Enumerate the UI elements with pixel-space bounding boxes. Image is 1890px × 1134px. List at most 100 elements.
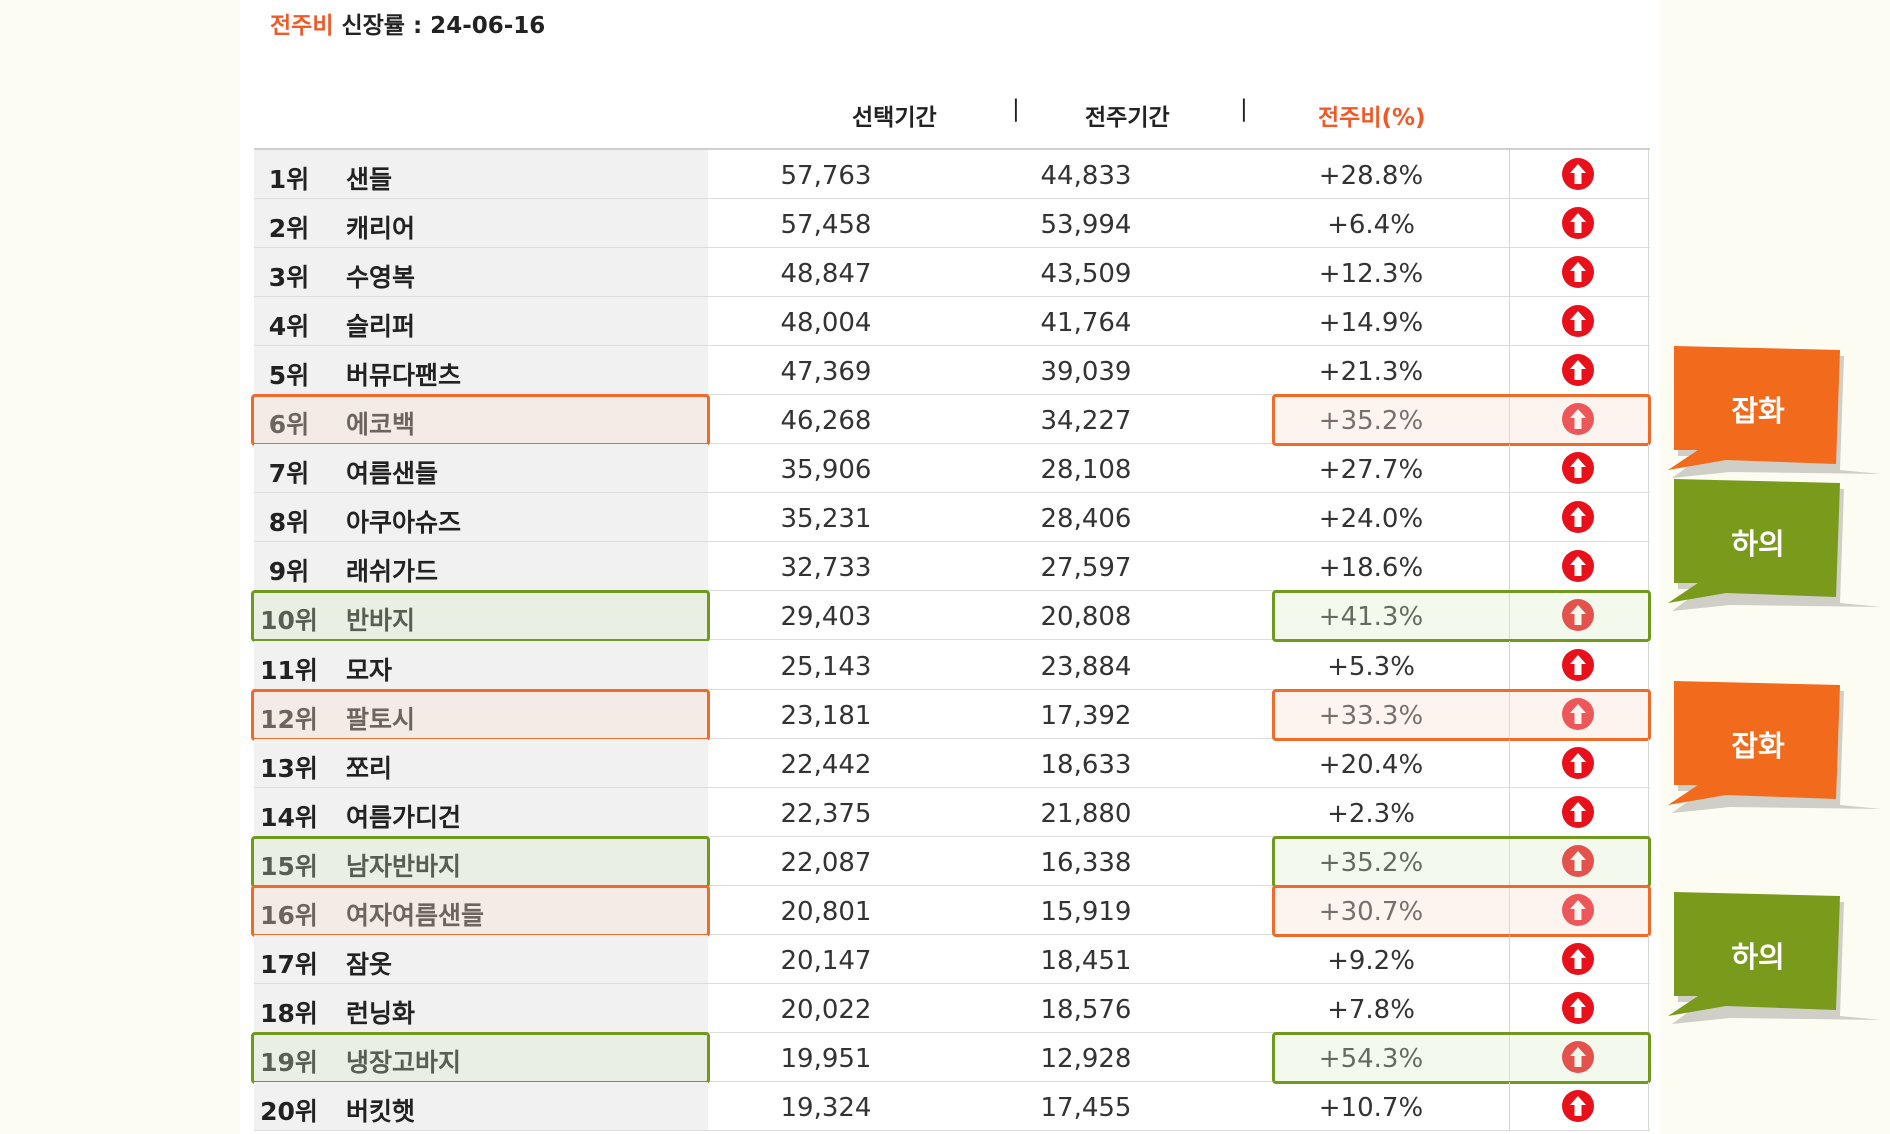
selected-period-value: 20,147 [780,945,872,976]
selected-period-value: 22,087 [780,847,872,878]
title-text: 신장률 : 24-06-16 [333,13,546,39]
column-divider [1648,346,1649,395]
highlight-box-ratio [1272,688,1651,741]
rank-label: 18위 [260,998,318,1028]
previous-period-value: 28,406 [1040,504,1132,535]
previous-period-value: 34,227 [1040,406,1132,437]
highlight-box-keyword [251,884,710,937]
column-divider [1648,1081,1649,1130]
rank-label: 1위 [268,165,310,194]
tag-label: 하의 [1731,527,1785,561]
rank-label: 3위 [268,263,310,293]
up-arrow-icon [1562,501,1594,534]
previous-period-value: 16,338 [1040,847,1132,878]
column-divider [1509,934,1510,983]
highlight-box-keyword [251,835,710,888]
table-row: 8위 아쿠아슈즈 35,231 28,406 +24.0% [254,493,1650,543]
selected-period-value: 35,906 [780,455,872,486]
highlight-box-keyword [251,590,710,643]
table-row: 14위 여름가디건 22,375 21,880 +2.3% [254,787,1650,837]
table-row: 16위 여자여름샌들 20,801 15,919 +30.7% [251,884,1651,937]
keyword-label: 래쉬가드 [346,557,439,587]
week-ratio-value: +12.3% [1318,259,1424,290]
column-divider [1648,640,1649,689]
up-arrow-icon [1562,305,1594,338]
up-arrow-icon [1562,648,1594,681]
column-divider [1509,297,1510,346]
up-arrow-icon [1562,1089,1594,1122]
up-arrow-icon [1562,354,1594,387]
table-row: 12위 팔토시 23,181 17,392 +33.3% [251,688,1651,741]
keyword-label: 아쿠아슈즈 [346,508,462,538]
previous-period-value: 39,039 [1040,357,1132,388]
column-divider [1509,444,1510,493]
previous-period-value: 44,833 [1040,161,1132,191]
selected-period-value: 47,369 [780,357,872,388]
column-divider [1648,934,1649,983]
previous-period-value: 21,880 [1040,798,1132,829]
table-row: 2위 캐리어 57,458 53,994 +6.4% [254,199,1650,249]
column-divider [1648,199,1649,248]
previous-period-value: 15,919 [1040,896,1132,927]
week-ratio-value: +9.2% [1327,945,1415,976]
previous-period-value: 18,633 [1040,749,1132,780]
previous-period-value: 17,455 [1040,1092,1132,1123]
up-arrow-icon [1562,256,1594,289]
selected-period-value: 22,442 [780,749,872,780]
column-divider [1648,738,1649,787]
keyword-label: 샌들 [346,165,393,194]
previous-period-value: 28,108 [1040,455,1132,486]
previous-period-value: 41,764 [1040,308,1132,339]
keyword-label: 여름가디건 [346,802,462,832]
rank-label: 20위 [260,1096,318,1126]
week-ratio-value: +10.7% [1318,1092,1424,1123]
highlight-box-ratio [1272,590,1651,643]
table-row: 5위 버뮤다팬츠 47,369 39,039 +21.3% [254,346,1650,396]
category-tag-green: 하의 [1668,886,1882,1046]
selected-period-value: 46,268 [780,406,872,437]
column-divider [1648,248,1649,297]
table-row: 13위 쪼리 22,442 18,633 +20.4% [254,738,1650,788]
column-divider [1509,150,1510,198]
selected-period-value: 48,847 [780,259,872,290]
table-row: 10위 반바지 29,403 20,808 +41.3% [251,590,1651,643]
column-divider [1509,640,1510,689]
up-arrow-icon [1562,452,1594,485]
table-row: 1위 샌들 57,763 44,833 +28.8% [254,150,1650,199]
up-arrow-icon [1562,942,1594,975]
column-divider [1509,983,1510,1032]
week-ratio-value: +27.7% [1318,455,1424,486]
previous-period-value: 18,451 [1040,945,1132,976]
rank-label: 4위 [268,312,310,342]
column-header-previous: 전주기간 [1085,105,1170,131]
week-ratio-value: +20.4% [1318,749,1424,780]
rank-label: 7위 [268,459,310,489]
keyword-label: 잠옷 [346,949,393,979]
up-arrow-icon [1562,207,1594,240]
highlight-box-ratio [1272,835,1651,888]
selected-period-value: 35,231 [780,504,872,535]
column-divider [1648,444,1649,493]
up-arrow-icon [1562,746,1594,779]
title-accent: 전주비 [270,13,334,39]
table-row: 6위 에코백 46,268 34,227 +35.2% [251,394,1651,447]
table-row: 3위 수영복 48,847 43,509 +12.3% [254,248,1650,298]
rank-label: 17위 [260,949,318,979]
tag-label: 잡화 [1731,394,1785,428]
week-ratio-value: +21.3% [1318,357,1424,388]
table-row: 11위 모자 25,143 23,884 +5.3% [254,640,1650,690]
highlight-box-ratio [1272,394,1651,447]
week-ratio-value: +18.6% [1318,553,1424,584]
week-ratio-value: +2.3% [1327,798,1415,829]
column-divider [1648,983,1649,1032]
column-divider [1648,787,1649,836]
keyword-label: 슬리퍼 [346,312,416,342]
selected-period-value: 19,324 [780,1092,872,1123]
column-divider [1509,199,1510,248]
report-title: 전주비 신장률 : 24-06-16 [270,6,545,40]
column-divider [1509,248,1510,297]
category-tag-orange: 잡화 [1668,675,1882,835]
tag-label: 하의 [1731,940,1785,974]
category-tag-green: 하의 [1668,473,1882,633]
selected-period-value: 29,403 [780,602,872,633]
